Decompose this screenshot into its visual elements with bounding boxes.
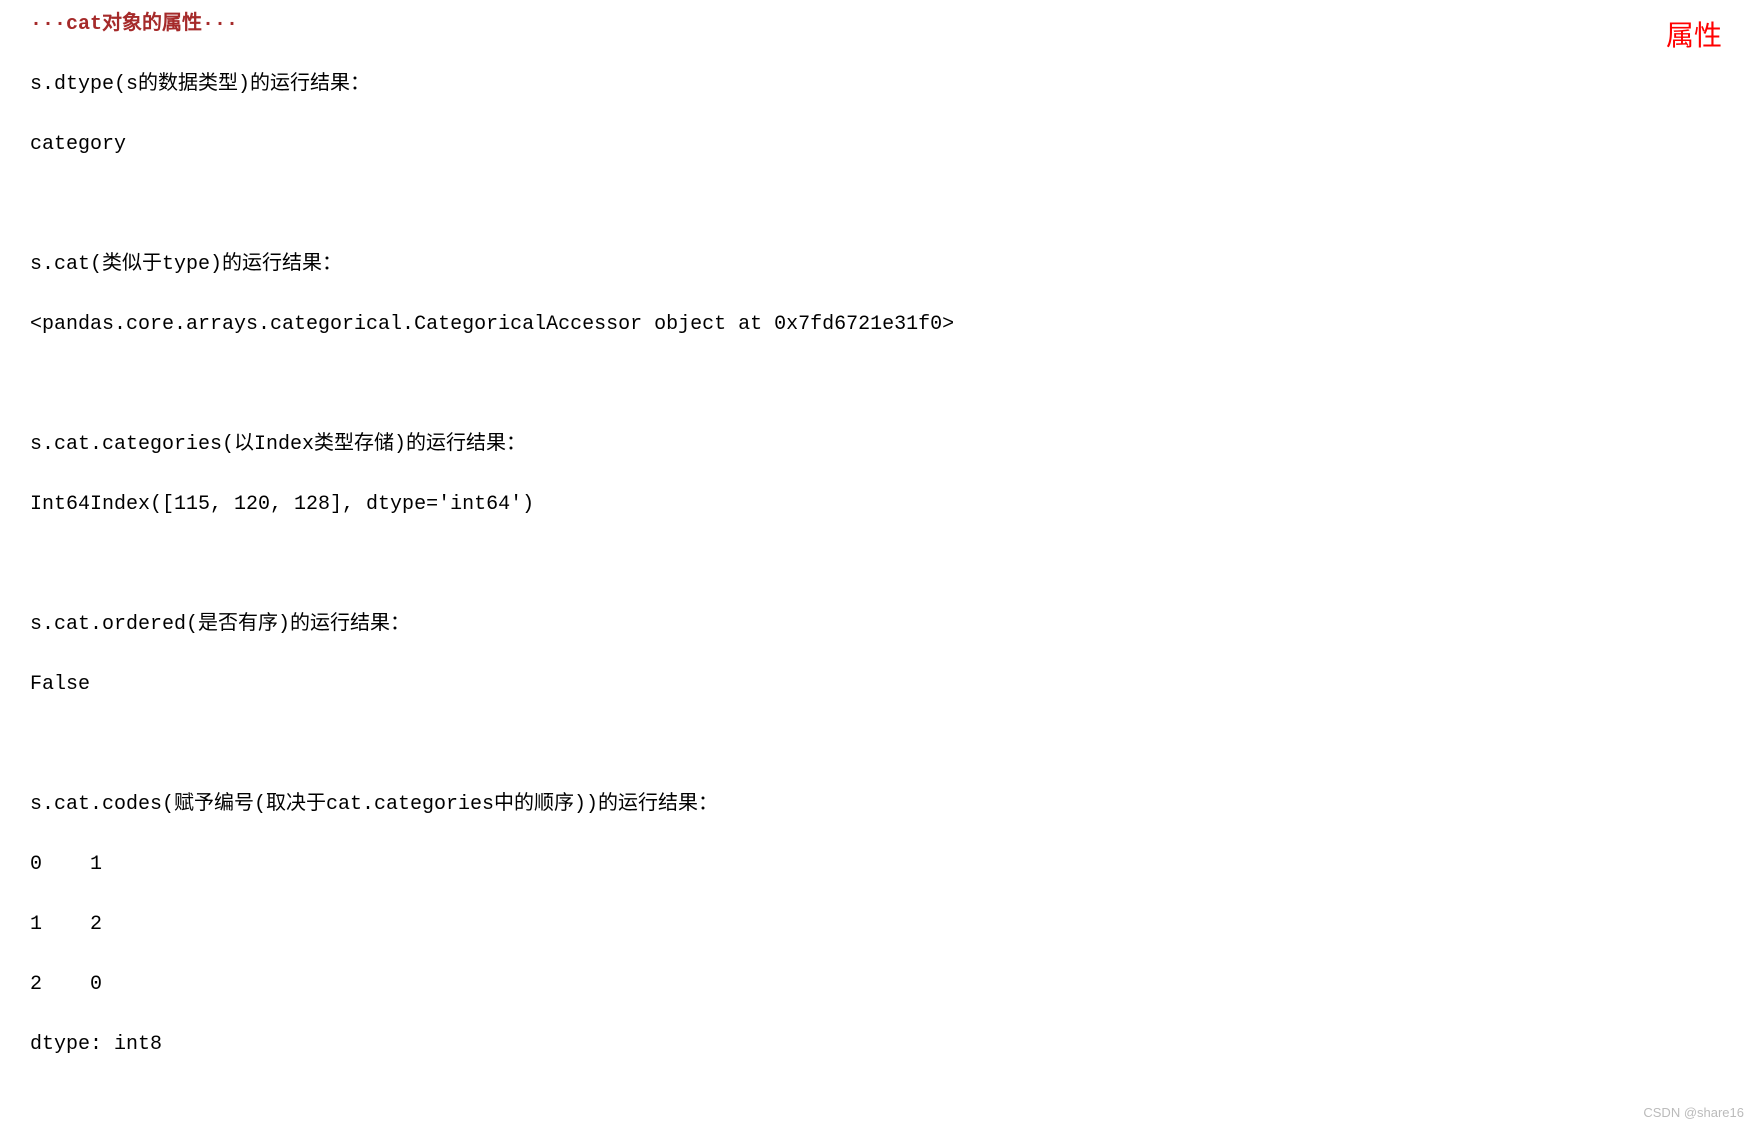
ordered-block: s.cat.ordered(是否有序)的运行结果： False xyxy=(30,580,1732,730)
categories-result: Int64Index([115, 120, 128], dtype='int64… xyxy=(30,490,1732,520)
dtype-label: s.dtype(s的数据类型)的运行结果： xyxy=(30,70,1732,100)
cat-result: <pandas.core.arrays.categorical.Categori… xyxy=(30,310,1732,340)
categories-block: s.cat.categories(以Index类型存储)的运行结果： Int64… xyxy=(30,400,1732,550)
dtype-result: category xyxy=(30,130,1732,160)
dtype-block: s.dtype(s的数据类型)的运行结果： category xyxy=(30,40,1732,190)
codes-line1: 0 1 xyxy=(30,850,1732,880)
codes-block: s.cat.codes(赋予编号(取决于cat.categories中的顺序))… xyxy=(30,760,1732,1090)
top-right-label: 属性 xyxy=(1666,15,1722,57)
watermark: CSDN @share16 xyxy=(1643,1103,1744,1123)
header-title: ···cat对象的属性··· xyxy=(30,10,1732,40)
ordered-result: False xyxy=(30,670,1732,700)
cat-label: s.cat(类似于type)的运行结果： xyxy=(30,250,1732,280)
ordered-label: s.cat.ordered(是否有序)的运行结果： xyxy=(30,610,1732,640)
cat-block: s.cat(类似于type)的运行结果： <pandas.core.arrays… xyxy=(30,220,1732,370)
codes-label: s.cat.codes(赋予编号(取决于cat.categories中的顺序))… xyxy=(30,790,1732,820)
categories-label: s.cat.categories(以Index类型存储)的运行结果： xyxy=(30,430,1732,460)
codes-line4: dtype: int8 xyxy=(30,1030,1732,1060)
codes-line3: 2 0 xyxy=(30,970,1732,1000)
codes-line2: 1 2 xyxy=(30,910,1732,940)
